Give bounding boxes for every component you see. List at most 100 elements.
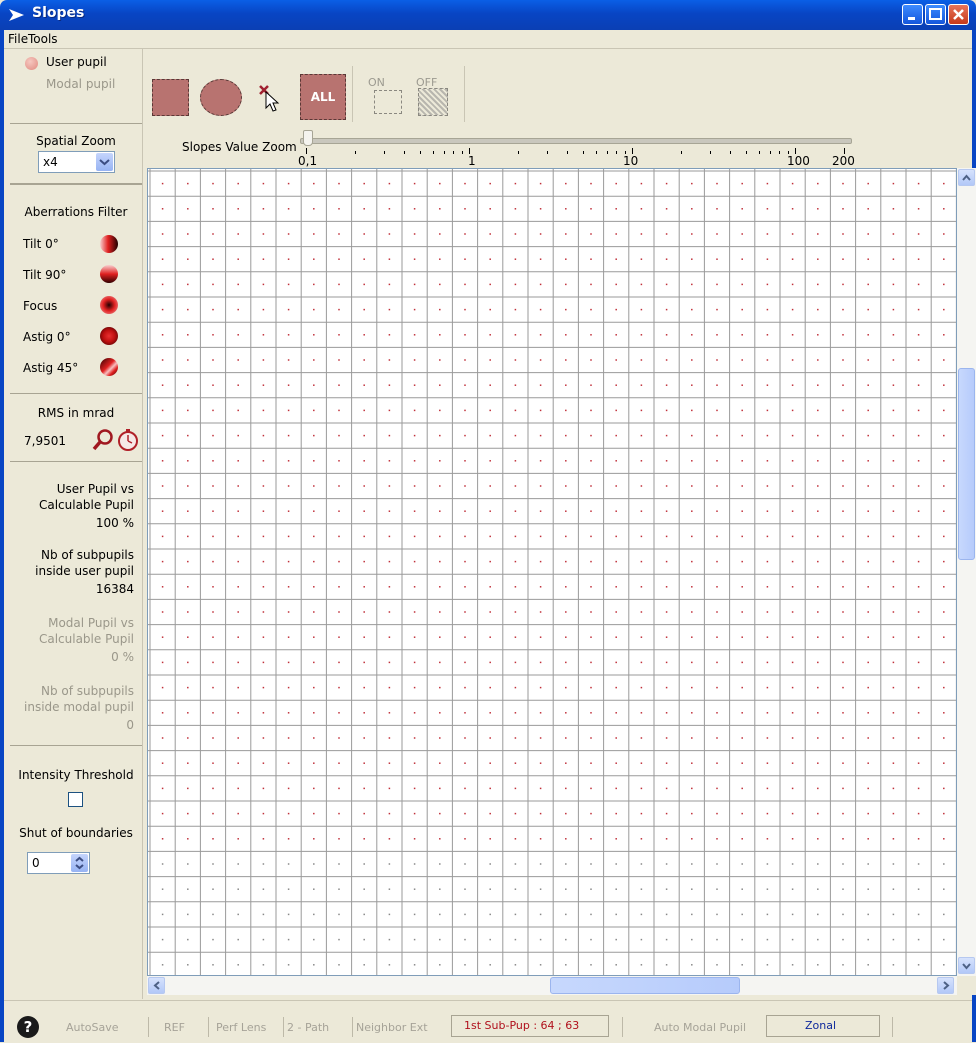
nb-user-value: 16384 (95, 582, 134, 596)
subpupil-dot (237, 686, 239, 689)
subpupil-dot (892, 283, 895, 286)
subpupil-dot (363, 434, 365, 437)
subpupil-dot (590, 661, 592, 664)
subpupil-dot (943, 964, 945, 966)
subpupil-dot (539, 812, 542, 815)
spatial-zoom-select[interactable]: x4 (38, 151, 115, 173)
slopes-grid-view[interactable] (147, 168, 957, 976)
off-toggle-button[interactable]: OFF (412, 76, 456, 116)
shut-boundaries-spinner[interactable]: 0 (27, 852, 90, 874)
subpupil-dot (665, 762, 668, 764)
subpupil-dot (791, 762, 794, 764)
subpupil-dot (892, 636, 895, 638)
menu-tools[interactable]: Tools (28, 32, 58, 46)
help-icon[interactable]: ? (16, 1015, 40, 1039)
subpupil-dot (338, 308, 340, 311)
subpupil-dot (716, 938, 718, 941)
subpupil-dot (565, 964, 567, 966)
auto-modal-status[interactable]: Auto Modal Pupil (654, 1021, 746, 1034)
scroll-left-button[interactable] (148, 977, 165, 994)
zonal-box[interactable]: Zonal (766, 1015, 880, 1037)
subpupil-dot (590, 233, 592, 235)
subpupil-dot (313, 888, 315, 890)
subpupil-dot (741, 913, 743, 916)
subpupil-dot (716, 888, 718, 890)
subpupil-dot (842, 838, 844, 840)
subpupil-dot (691, 182, 693, 185)
on-toggle-button[interactable]: ON (364, 76, 404, 116)
subpupil-dot (741, 787, 743, 790)
menu-file[interactable]: File (8, 32, 28, 46)
subpupil-dot (464, 888, 466, 890)
subpupil-dot (237, 485, 239, 487)
subpupil-dot (338, 586, 340, 588)
chevron-down-icon[interactable] (96, 153, 113, 171)
point-select-icon[interactable] (254, 82, 284, 114)
ref-status[interactable]: REF (164, 1021, 185, 1034)
subpupil-dot (766, 434, 769, 437)
subpupil-dot (464, 787, 466, 790)
subpupil-dot (287, 712, 290, 714)
subpupil-dot (514, 308, 517, 311)
subpupil-dot (665, 434, 668, 437)
horizontal-scroll-thumb[interactable] (550, 977, 740, 994)
subpupil-dot (439, 308, 441, 311)
ellipse-select-tool[interactable] (200, 79, 242, 116)
magnifier-icon[interactable] (92, 428, 114, 452)
autosave-status[interactable]: AutoSave (66, 1021, 119, 1034)
subpupil-dot (439, 686, 441, 689)
slopes-zoom-track[interactable] (300, 138, 852, 144)
user-pupil-radio[interactable] (25, 57, 38, 70)
subpupil-dot (187, 409, 189, 412)
subpupil-dot (615, 787, 617, 790)
title-bar[interactable]: Slopes (0, 0, 976, 30)
scroll-up-button[interactable] (958, 169, 975, 186)
maximize-button[interactable] (925, 4, 946, 25)
subpupil-dot (313, 510, 315, 512)
astig-45-icon[interactable] (100, 358, 118, 376)
select-all-button[interactable]: ALL (300, 74, 346, 120)
subpupil-dot (413, 964, 416, 966)
rectangle-select-tool[interactable] (152, 79, 189, 116)
subpupil-dot (262, 787, 265, 790)
subpupil-dot (842, 535, 844, 538)
subpupil-dot (665, 510, 668, 512)
subpupil-dot (691, 535, 693, 538)
subpupil-dot (590, 308, 592, 311)
subpupil-dot (489, 611, 491, 613)
neighbor-ext-status[interactable]: Neighbor Ext (356, 1021, 428, 1034)
two-path-status[interactable]: 2 - Path (287, 1021, 329, 1034)
subpupil-dot (363, 686, 365, 689)
tilt-90-icon[interactable] (100, 265, 118, 283)
vertical-scrollbar[interactable] (957, 168, 976, 976)
minimize-button[interactable] (902, 4, 923, 25)
subpupil-dot (363, 938, 365, 941)
scroll-down-button[interactable] (958, 957, 975, 974)
subpupil-dot (464, 586, 466, 588)
subpupil-dot (615, 384, 617, 386)
minimize-icon (908, 17, 915, 20)
subpupil-dot (615, 762, 617, 764)
modal-pupil-label[interactable]: Modal pupil (46, 77, 115, 91)
subpupil-dot (867, 888, 869, 890)
slopes-zoom-thumb[interactable] (303, 130, 313, 146)
close-button[interactable] (948, 4, 969, 25)
subpupil-dot (338, 182, 340, 185)
scroll-right-button[interactable] (937, 977, 954, 994)
astig-0-icon[interactable] (100, 327, 118, 345)
subpupil-dot (161, 510, 164, 512)
horizontal-scrollbar[interactable] (147, 976, 957, 995)
subpupil-dot (539, 182, 542, 185)
subpupil-dot (917, 686, 920, 689)
stopwatch-icon[interactable] (116, 428, 140, 452)
perf-lens-status[interactable]: Perf Lens (216, 1021, 266, 1034)
subpupil-dot (237, 661, 239, 664)
tilt-0-icon[interactable] (100, 235, 118, 253)
vertical-scroll-thumb[interactable] (958, 368, 975, 560)
subpupil-dot (640, 787, 643, 790)
subpupil-dot (413, 409, 416, 412)
intensity-threshold-checkbox[interactable] (68, 792, 83, 807)
subpupil-dot (615, 485, 617, 487)
focus-icon[interactable] (100, 296, 118, 314)
spinner-arrows-icon[interactable] (71, 854, 88, 872)
